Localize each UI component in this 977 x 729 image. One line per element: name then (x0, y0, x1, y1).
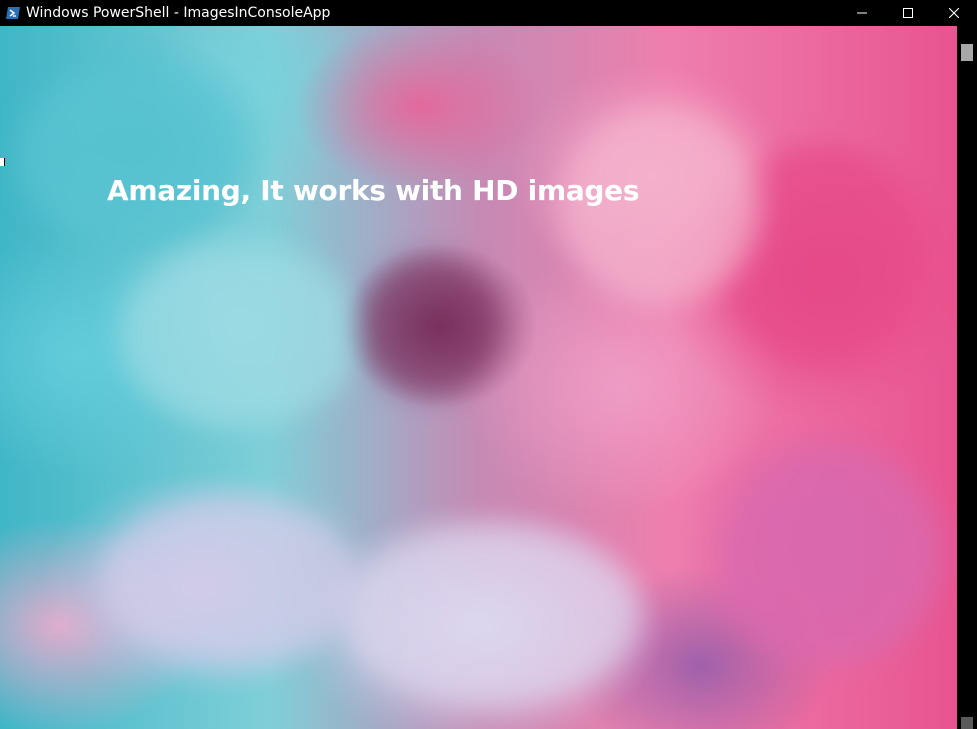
smoke-light-teal-blob (120, 246, 360, 426)
console-cursor (0, 158, 5, 166)
maximize-icon (903, 8, 913, 18)
smoke-teal-blob (20, 66, 240, 246)
maximize-button[interactable] (885, 0, 931, 26)
smoke-lavender-blob (340, 526, 640, 706)
minimize-button[interactable] (839, 0, 885, 26)
smoke-dark-purple-blob (360, 256, 500, 396)
vertical-scrollbar[interactable] (957, 26, 977, 729)
scrollbar-down-arrow[interactable] (961, 717, 973, 729)
close-button[interactable] (931, 0, 977, 26)
close-icon (949, 8, 959, 18)
window-title: Windows PowerShell - ImagesInConsoleApp (26, 5, 331, 21)
smoke-magenta-blob (720, 446, 940, 666)
smoke-pale-violet-blob (100, 496, 360, 666)
powershell-icon (5, 5, 21, 21)
console-image-area[interactable]: Amazing, It works with HD images (0, 26, 957, 729)
scrollbar-thumb[interactable] (961, 44, 973, 61)
window-controls (839, 0, 977, 26)
powershell-window: Windows PowerShell - ImagesInConsoleApp (0, 0, 977, 729)
console-caption: Amazing, It works with HD images (107, 174, 640, 207)
title-bar[interactable]: Windows PowerShell - ImagesInConsoleApp (0, 0, 977, 26)
minimize-icon (857, 8, 867, 18)
